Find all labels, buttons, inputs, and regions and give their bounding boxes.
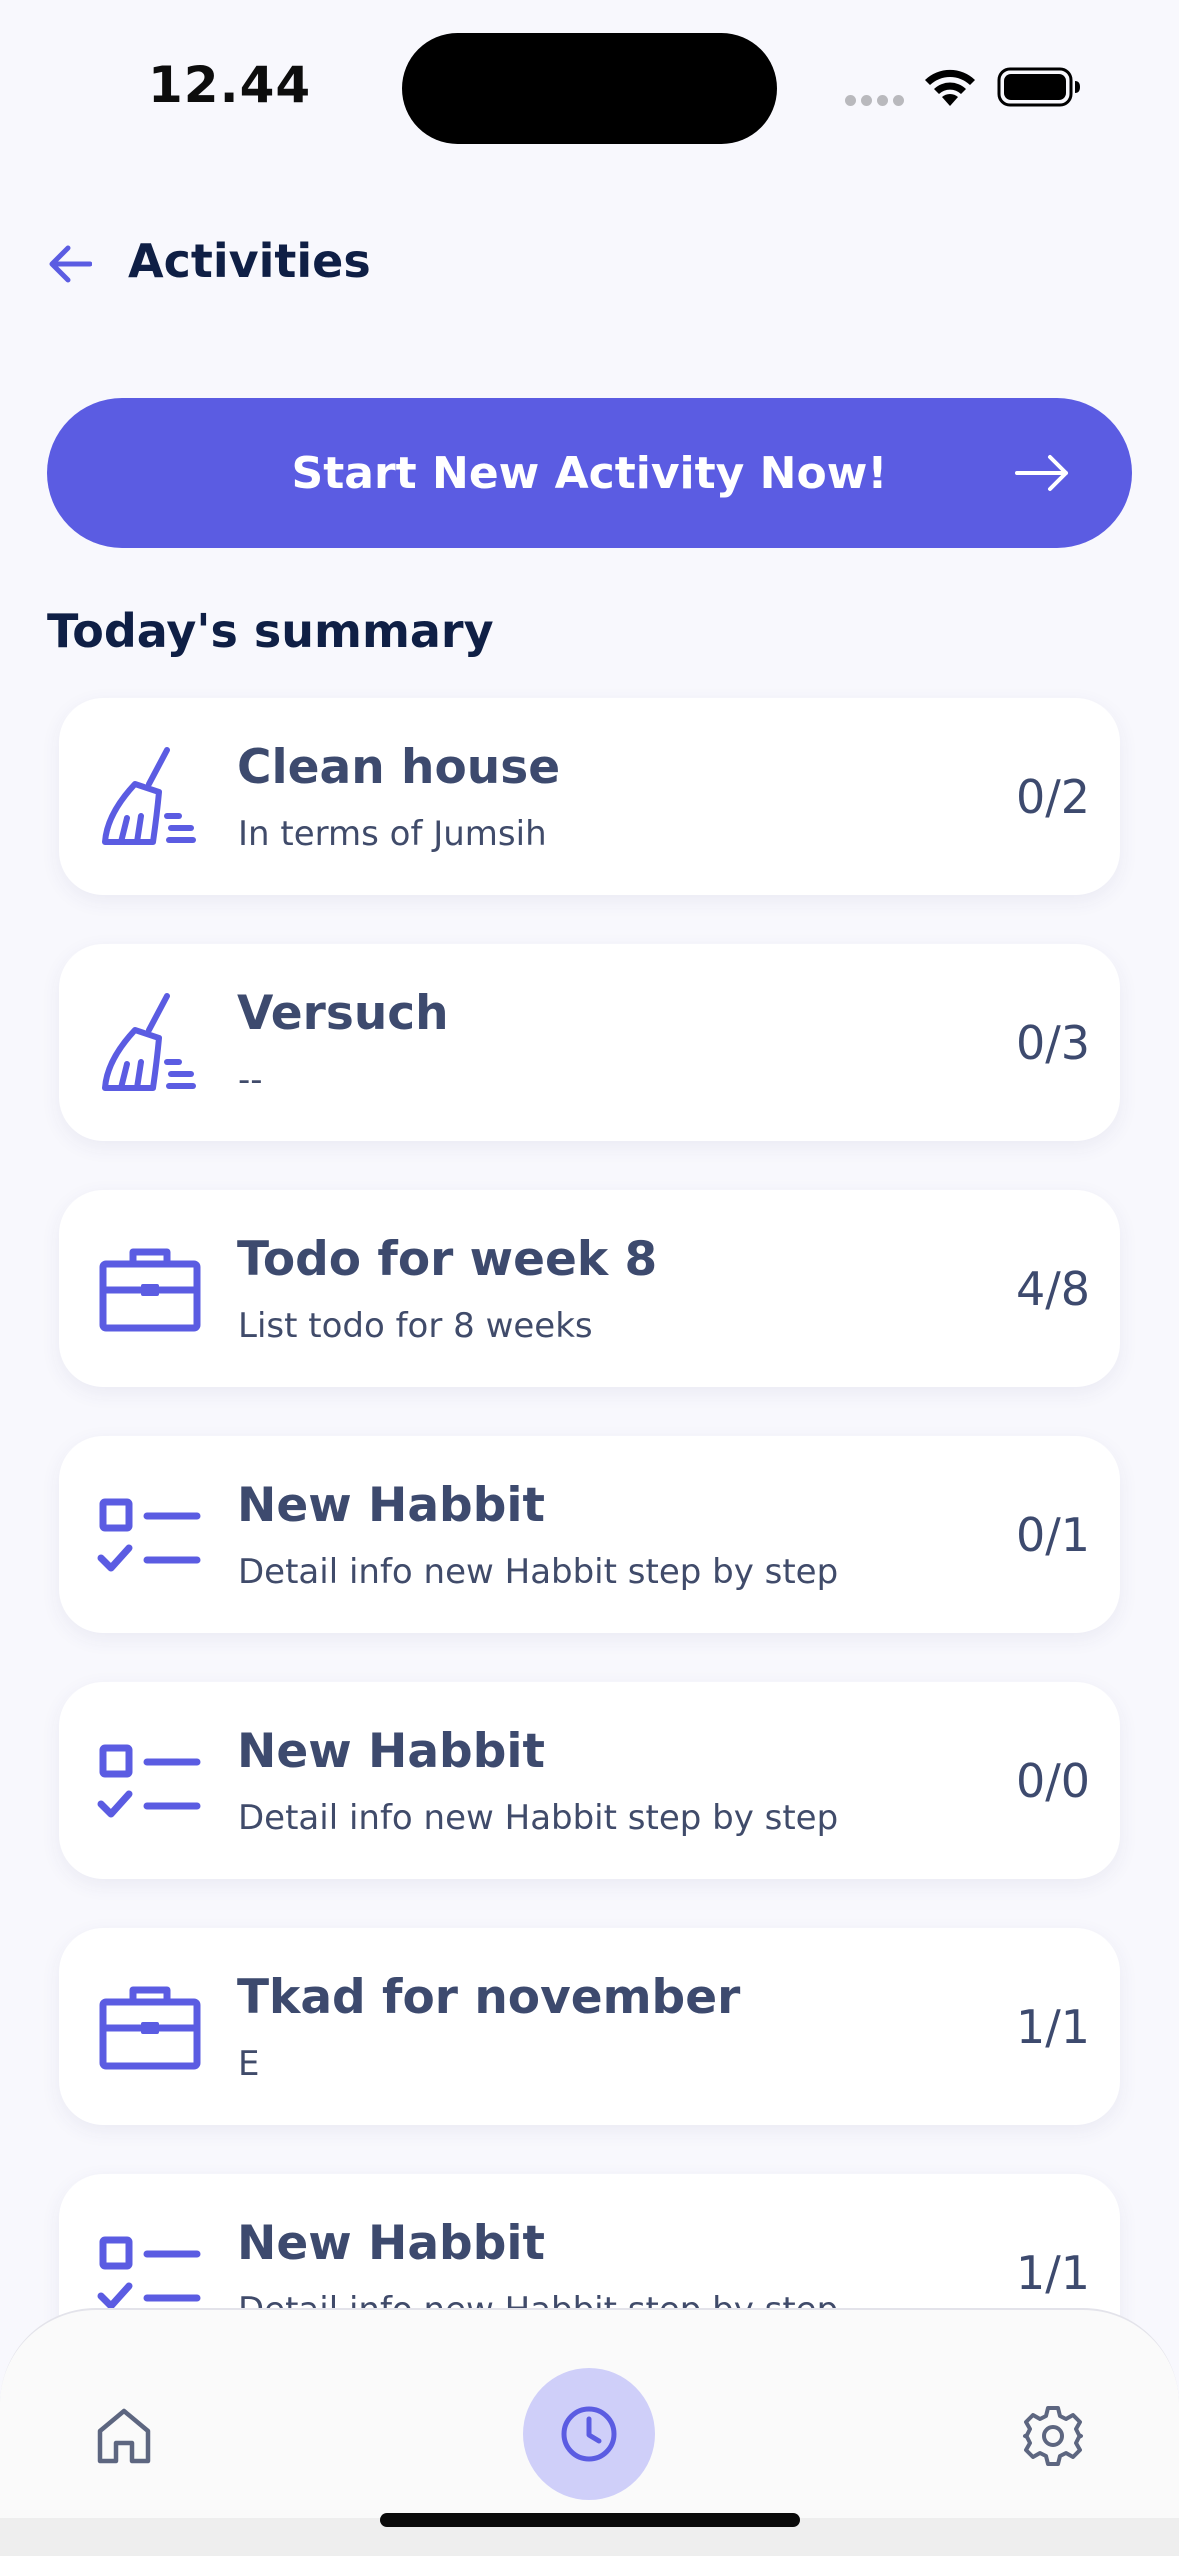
nav-activities-button[interactable]	[523, 2368, 655, 2500]
status-time: 12.44	[148, 56, 312, 114]
card-title: New Habbit	[237, 1478, 545, 1533]
briefcase-icon	[99, 1248, 201, 1332]
activity-card[interactable]: Tkad for november E 1/1	[59, 1928, 1120, 2125]
card-progress-count: 1/1	[1015, 2246, 1090, 2300]
card-progress-count: 1/1	[1015, 2000, 1090, 2054]
activity-card[interactable]: Versuch -- 0/3	[59, 944, 1120, 1141]
clock-icon	[561, 2406, 617, 2462]
activity-card[interactable]: Todo for week 8 List todo for 8 weeks 4/…	[59, 1190, 1120, 1387]
wifi-icon	[925, 69, 975, 106]
card-title: Clean house	[237, 740, 561, 795]
back-button[interactable]	[44, 238, 96, 290]
activity-card[interactable]: New Habbit Detail info new Habbit step b…	[59, 1436, 1120, 1633]
card-progress-count: 0/0	[1015, 1754, 1090, 1808]
briefcase-icon	[99, 1986, 201, 2070]
card-title: Tkad for november	[237, 1970, 741, 2025]
signal-icon	[845, 95, 904, 106]
home-indicator	[380, 2513, 800, 2527]
start-new-activity-button[interactable]: Start New Activity Now!	[47, 398, 1132, 548]
status-bar: 12.44	[0, 0, 1179, 160]
card-progress-count: 0/1	[1015, 1508, 1090, 1562]
arrow-right-icon	[1015, 455, 1068, 491]
header: Activities	[0, 222, 1179, 308]
activity-card[interactable]: New Habbit Detail info new Habbit step b…	[59, 1682, 1120, 1879]
activities-screen: 12.44 Activities Start New Activity Now!	[0, 0, 1179, 2556]
card-subtitle: Detail info new Habbit step by step	[238, 1552, 839, 1592]
activity-card[interactable]: Clean house In terms of Jumsih 0/2	[59, 698, 1120, 895]
card-subtitle: Detail info new Habbit step by step	[238, 1798, 839, 1838]
card-progress-count: 0/2	[1015, 770, 1090, 824]
card-title: New Habbit	[237, 1724, 545, 1779]
dynamic-island	[402, 33, 777, 144]
start-new-activity-label: Start New Activity Now!	[291, 447, 888, 499]
battery-icon	[997, 67, 1080, 107]
card-progress-count: 4/8	[1015, 1262, 1090, 1316]
gear-icon	[1023, 2406, 1083, 2466]
nav-home-button[interactable]	[88, 2400, 160, 2472]
card-title: Versuch	[237, 986, 449, 1041]
home-icon	[97, 2408, 151, 2464]
checklist-icon	[97, 1498, 201, 1572]
card-subtitle: E	[238, 2044, 260, 2084]
page-title: Activities	[128, 234, 371, 288]
section-title: Today's summary	[47, 604, 494, 658]
card-title: Todo for week 8	[237, 1232, 658, 1287]
checklist-icon	[97, 1744, 201, 1818]
nav-settings-button[interactable]	[1015, 2398, 1091, 2474]
card-title: New Habbit	[237, 2216, 545, 2271]
arrow-left-icon	[49, 245, 92, 283]
broom-icon	[102, 993, 196, 1091]
broom-icon	[102, 747, 196, 845]
card-subtitle: In terms of Jumsih	[238, 814, 547, 854]
card-subtitle: List todo for 8 weeks	[238, 1306, 593, 1346]
card-progress-count: 0/3	[1015, 1016, 1090, 1070]
card-subtitle: --	[238, 1060, 263, 1100]
